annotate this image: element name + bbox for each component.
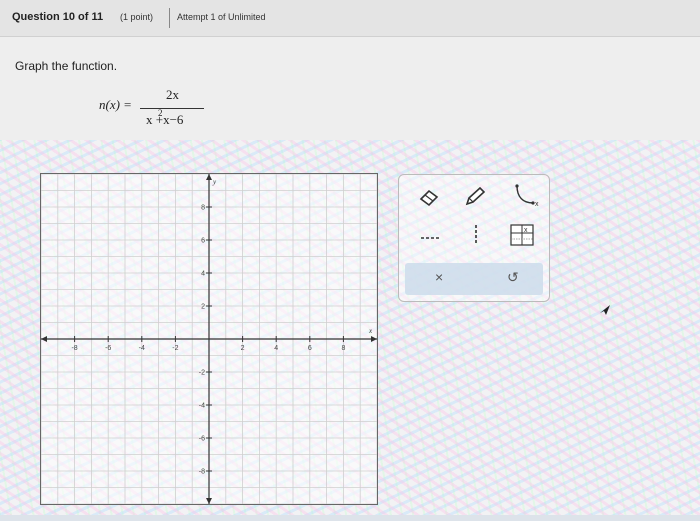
x-axis-arrow-right-icon (371, 336, 377, 342)
question-points: (1 point) (120, 12, 154, 22)
coordinate-plane[interactable]: x y -8 -6 -4 -2 2 4 6 8 8 6 4 2 -2 -4 -6 -8 (41, 174, 377, 504)
x-axis-arrow-left-icon (41, 336, 47, 342)
problem-prompt: Graph the function. (15, 59, 118, 73)
y-tick-label: -6 (199, 436, 205, 443)
function-numerator: 2x (166, 87, 179, 102)
question-number: Question 10 of 11 (12, 11, 104, 23)
x-tick-label: 6 (308, 345, 312, 352)
action-bar: × ↺ (405, 263, 543, 295)
dashed-line-icon[interactable] (419, 230, 443, 248)
y-tick-label: 2 (201, 304, 205, 311)
function-name: n(x) = (99, 97, 132, 112)
x-axis-label: x (368, 327, 373, 335)
table-icon[interactable]: x (509, 223, 535, 252)
mouse-cursor-icon (598, 303, 612, 322)
y-tick-label: -8 (199, 469, 205, 476)
svg-text:x: x (524, 227, 528, 234)
y-axis-arrow-up-icon (206, 174, 212, 180)
undo-icon[interactable]: ↺ (507, 269, 519, 286)
vertical-dashed-line-icon[interactable] (471, 223, 481, 252)
y-axis-arrow-down-icon (206, 498, 212, 504)
x-tick-label: -2 (172, 345, 178, 352)
eraser-icon[interactable] (417, 187, 441, 212)
x-tick-label: -6 (105, 345, 111, 352)
x-tick-label: 8 (341, 345, 345, 352)
drawing-toolbox: x x × ↺ (398, 174, 550, 302)
denominator-exponent: 2 (158, 108, 163, 118)
attempt-counter: Attempt 1 of Unlimited (177, 12, 266, 22)
x-tick-label: 4 (274, 345, 278, 352)
y-tick-label: -4 (199, 403, 205, 410)
footer-strip (0, 515, 700, 521)
question-header: Question 10 of 11 (1 point) Attempt 1 of… (0, 0, 700, 37)
function-denominator: x +x−6 (146, 112, 184, 127)
header-divider (169, 8, 170, 28)
graphing-area[interactable]: x y -8 -6 -4 -2 2 4 6 8 8 6 4 2 -2 -4 -6 -8 (40, 173, 378, 505)
y-tick-label: -2 (199, 370, 205, 377)
y-tick-label: 6 (201, 238, 205, 245)
fraction-bar (140, 108, 204, 109)
y-axis-label: y (212, 178, 217, 186)
curve-icon[interactable]: x (511, 183, 541, 212)
x-tick-label: 2 (241, 345, 245, 352)
svg-text:x: x (535, 201, 539, 207)
y-tick-label: 4 (201, 271, 205, 278)
pencil-icon[interactable] (463, 185, 487, 212)
x-tick-label: -4 (139, 345, 145, 352)
y-tick-label: 8 (201, 205, 205, 212)
clear-icon[interactable]: × (435, 269, 443, 285)
x-tick-label: -8 (71, 345, 77, 352)
